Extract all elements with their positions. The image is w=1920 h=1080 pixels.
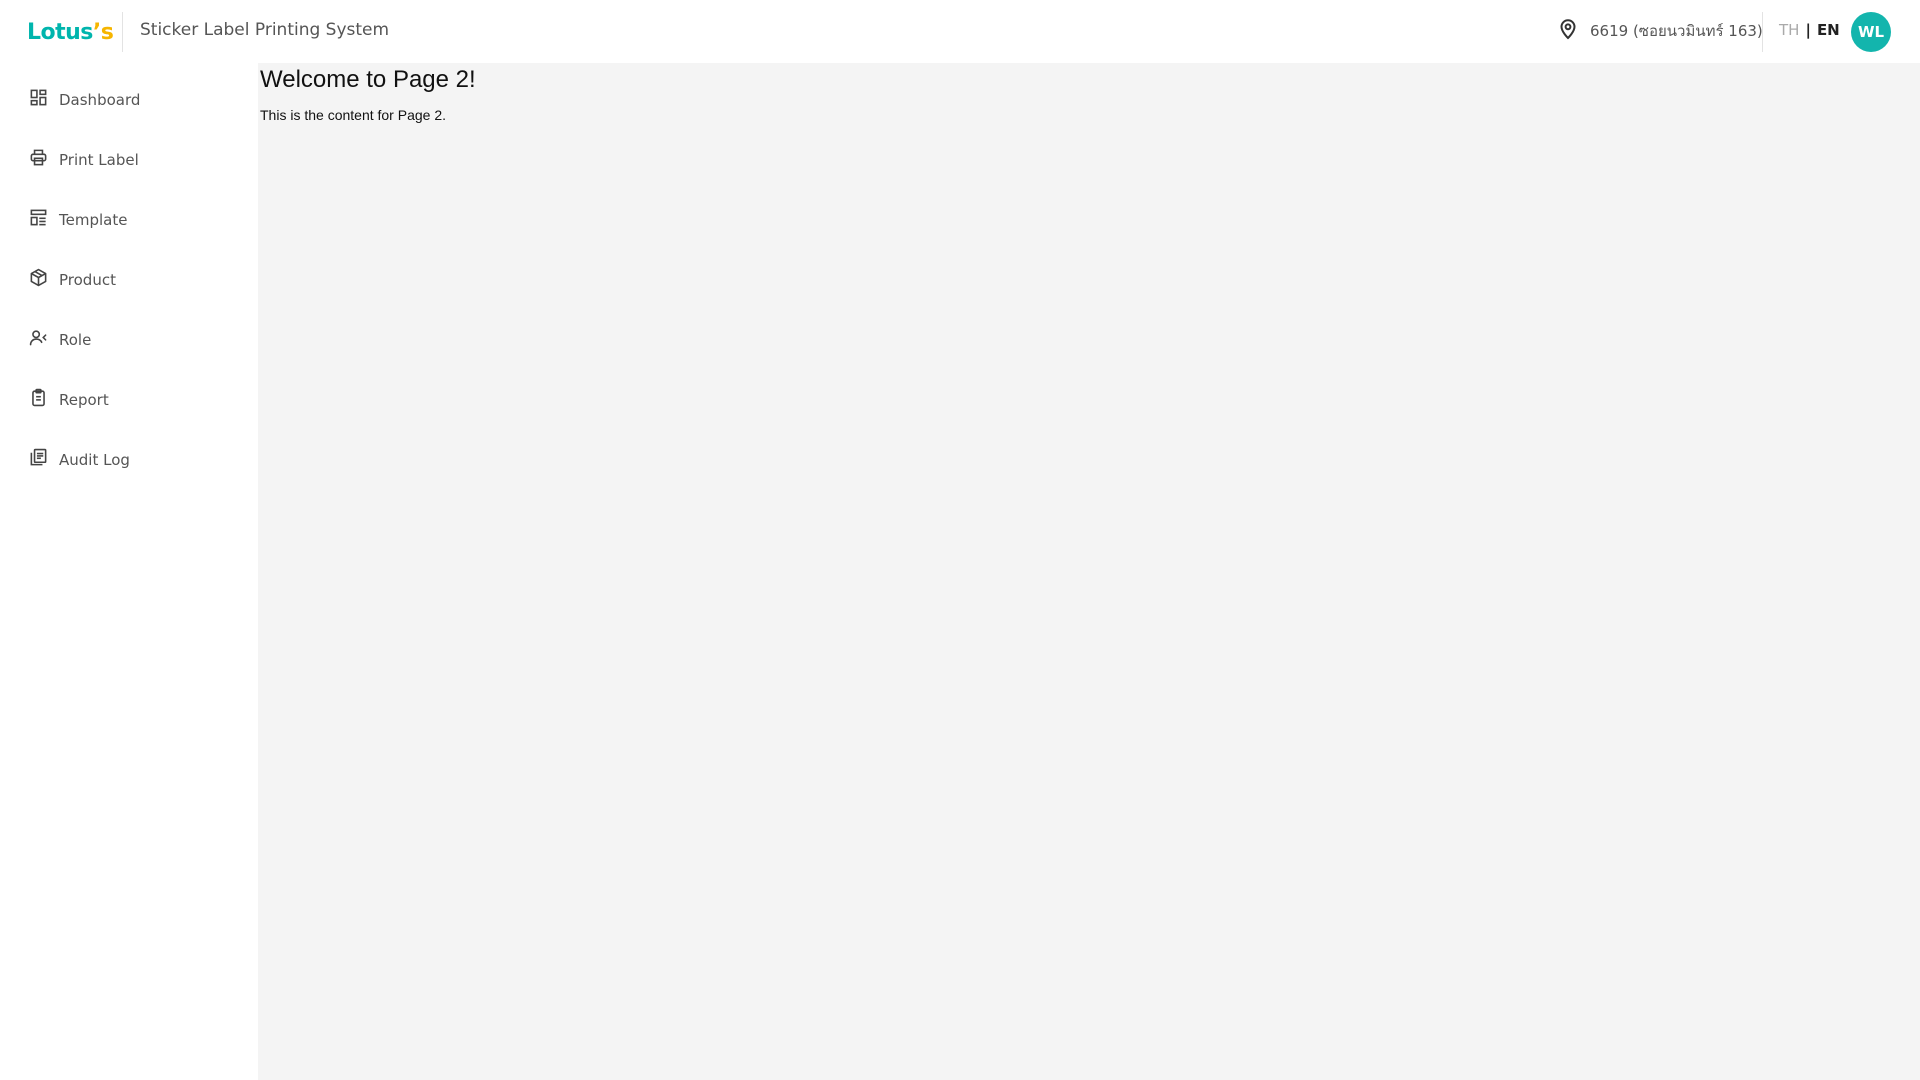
dashboard-icon xyxy=(29,88,48,112)
clipboard-icon xyxy=(29,388,48,412)
box-icon xyxy=(29,268,48,292)
printer-icon xyxy=(29,148,48,172)
sidebar-item-product[interactable]: Product xyxy=(0,258,258,302)
page-content-text: This is the content for Page 2. xyxy=(260,107,446,123)
logo-text: Lotus xyxy=(27,19,93,45)
user-role-icon xyxy=(29,328,48,352)
user-avatar[interactable]: WL xyxy=(1851,12,1891,52)
sidebar: Dashboard Print Label Template Product R… xyxy=(0,63,258,1080)
lang-separator: | xyxy=(1805,21,1811,39)
main-content: Welcome to Page 2! This is the content f… xyxy=(258,63,1920,1080)
lotus-logo[interactable]: Lotus’s xyxy=(27,17,114,47)
sidebar-item-audit-log[interactable]: Audit Log xyxy=(0,438,258,482)
sidebar-item-label: Role xyxy=(59,331,92,349)
sidebar-item-dashboard[interactable]: Dashboard xyxy=(0,78,258,122)
sidebar-item-print-label[interactable]: Print Label xyxy=(0,138,258,182)
app-title: Sticker Label Printing System xyxy=(140,20,390,40)
sidebar-item-label: Audit Log xyxy=(59,451,130,469)
lang-th-button[interactable]: TH xyxy=(1779,21,1799,39)
template-icon xyxy=(29,208,48,232)
logo-accent: ’s xyxy=(92,19,114,45)
top-bar: Lotus’s Sticker Label Printing System 66… xyxy=(0,0,1920,63)
sidebar-item-template[interactable]: Template xyxy=(0,198,258,242)
header-divider-right xyxy=(1762,12,1763,52)
lang-en-button[interactable]: EN xyxy=(1817,21,1840,39)
sidebar-item-role[interactable]: Role xyxy=(0,318,258,362)
page-title: Welcome to Page 2! xyxy=(260,66,476,93)
location-pin-icon xyxy=(1556,17,1580,46)
sidebar-item-label: Dashboard xyxy=(59,91,141,109)
sidebar-item-label: Report xyxy=(59,391,109,409)
header-divider xyxy=(122,12,123,52)
sidebar-item-report[interactable]: Report xyxy=(0,378,258,422)
sidebar-item-label: Product xyxy=(59,271,116,289)
store-selector[interactable]: 6619 (ซอยนวมินทร์ 163) xyxy=(1556,17,1763,46)
store-name: 6619 (ซอยนวมินทร์ 163) xyxy=(1590,22,1763,40)
language-switcher: TH | EN xyxy=(1779,21,1840,39)
sidebar-item-label: Template xyxy=(59,211,128,229)
sidebar-item-label: Print Label xyxy=(59,151,139,169)
document-icon xyxy=(29,448,48,472)
